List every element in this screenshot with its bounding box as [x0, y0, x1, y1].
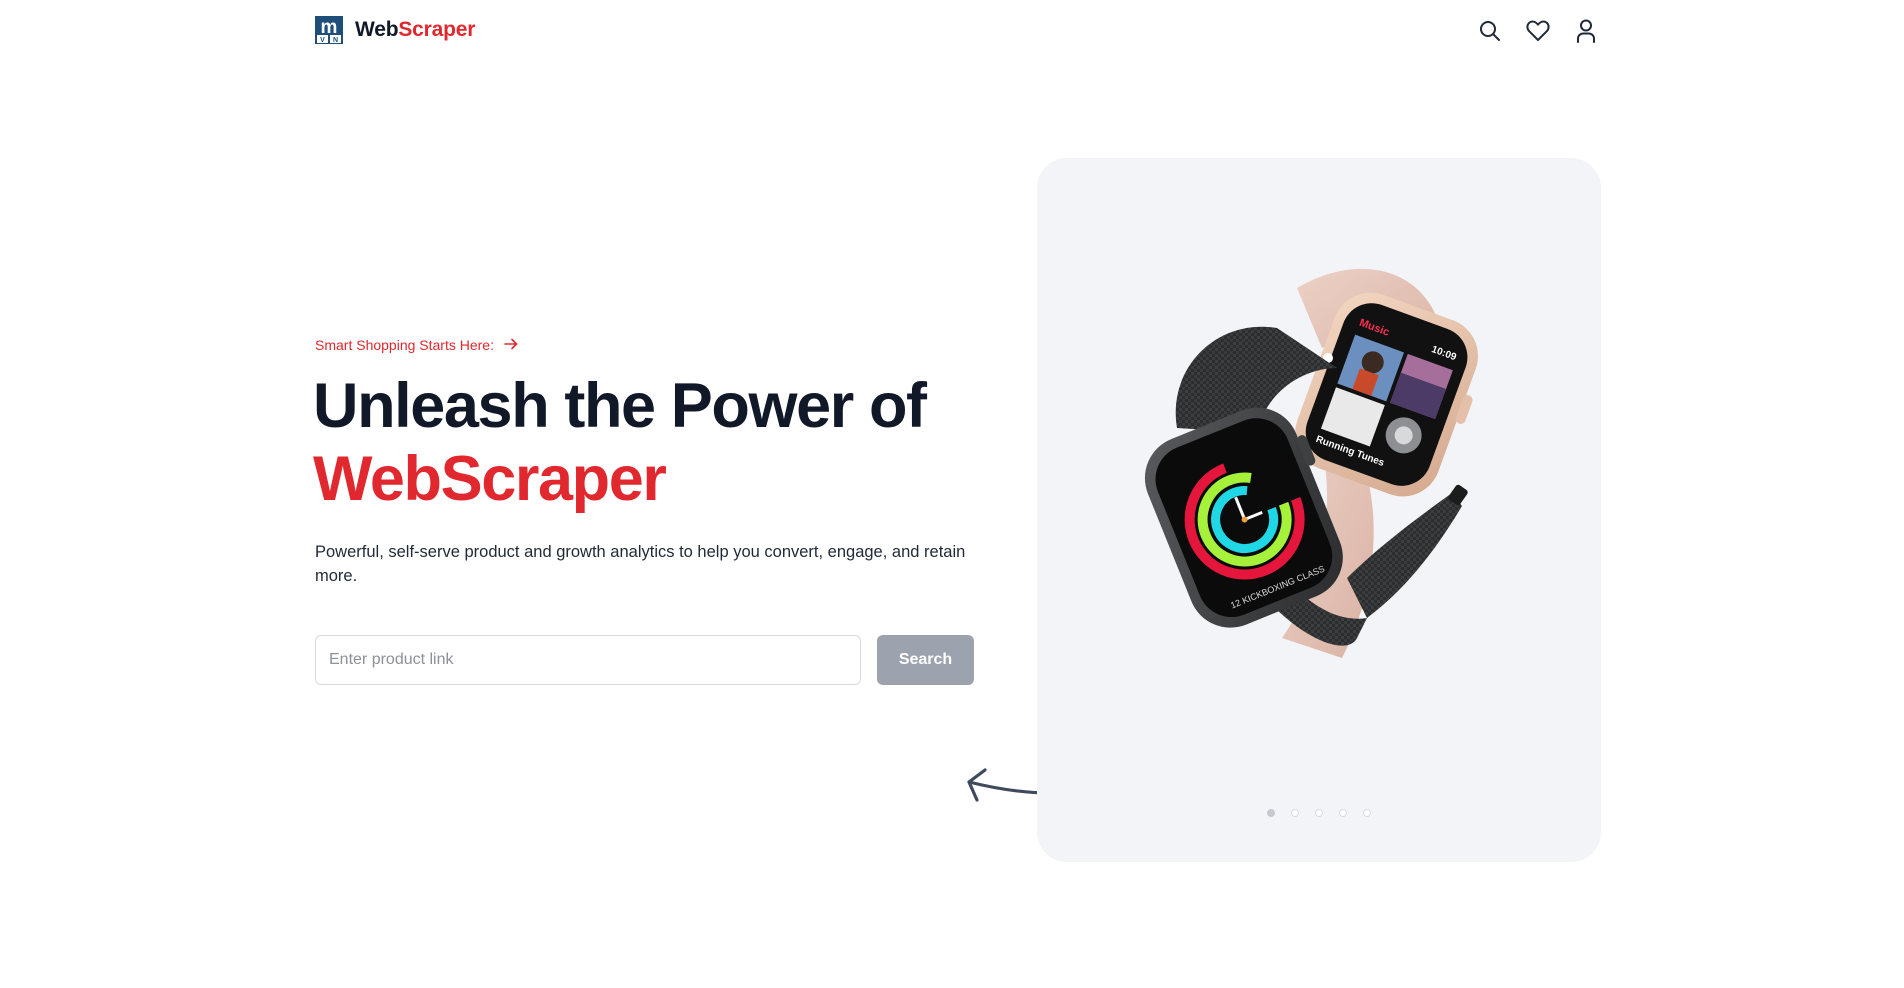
heart-icon[interactable] — [1524, 17, 1552, 45]
header-actions — [1476, 17, 1600, 45]
carousel-dot-1[interactable] — [1267, 809, 1275, 817]
carousel-dot-4[interactable] — [1339, 809, 1347, 817]
svg-text:m: m — [321, 17, 338, 38]
eyebrow-text: Smart Shopping Starts Here: — [315, 337, 494, 353]
svg-text:V: V — [320, 37, 325, 44]
product-carousel: Music 10:09 Running Tunes 12 KICKBOXING … — [1037, 158, 1601, 862]
brand-logo[interactable]: m V N WebScraper — [315, 16, 475, 44]
arrow-right-icon — [504, 337, 518, 353]
product-search-form: Search — [315, 635, 974, 685]
brand-name-part2: Scraper — [398, 18, 476, 41]
hero-description: Powerful, self-serve product and growth … — [315, 543, 966, 585]
search-icon[interactable] — [1476, 17, 1504, 45]
user-icon[interactable] — [1572, 17, 1600, 45]
site-header: m V N WebScraper — [0, 0, 1904, 60]
headline-line1: Unleash the Power of — [313, 371, 927, 441]
carousel-dot-5[interactable] — [1363, 809, 1371, 817]
carousel-dot-3[interactable] — [1315, 809, 1323, 817]
product-link-input[interactable] — [315, 635, 861, 685]
brand-name: WebScraper — [355, 18, 475, 42]
carousel-dot-2[interactable] — [1291, 809, 1299, 817]
logo-mark-icon: m V N — [315, 16, 343, 44]
svg-text:N: N — [333, 37, 338, 44]
carousel-pagination — [1037, 809, 1601, 817]
brand-name-part1: Web — [355, 18, 399, 41]
search-button[interactable]: Search — [877, 635, 974, 685]
hero-eyebrow[interactable]: Smart Shopping Starts Here: — [315, 337, 518, 353]
hero-headline: Unleash the Power of WebScraper — [313, 370, 927, 516]
headline-line2: WebScraper — [313, 444, 667, 514]
apple-watch-image: Music 10:09 Running Tunes 12 KICKBOXING … — [1107, 258, 1527, 733]
